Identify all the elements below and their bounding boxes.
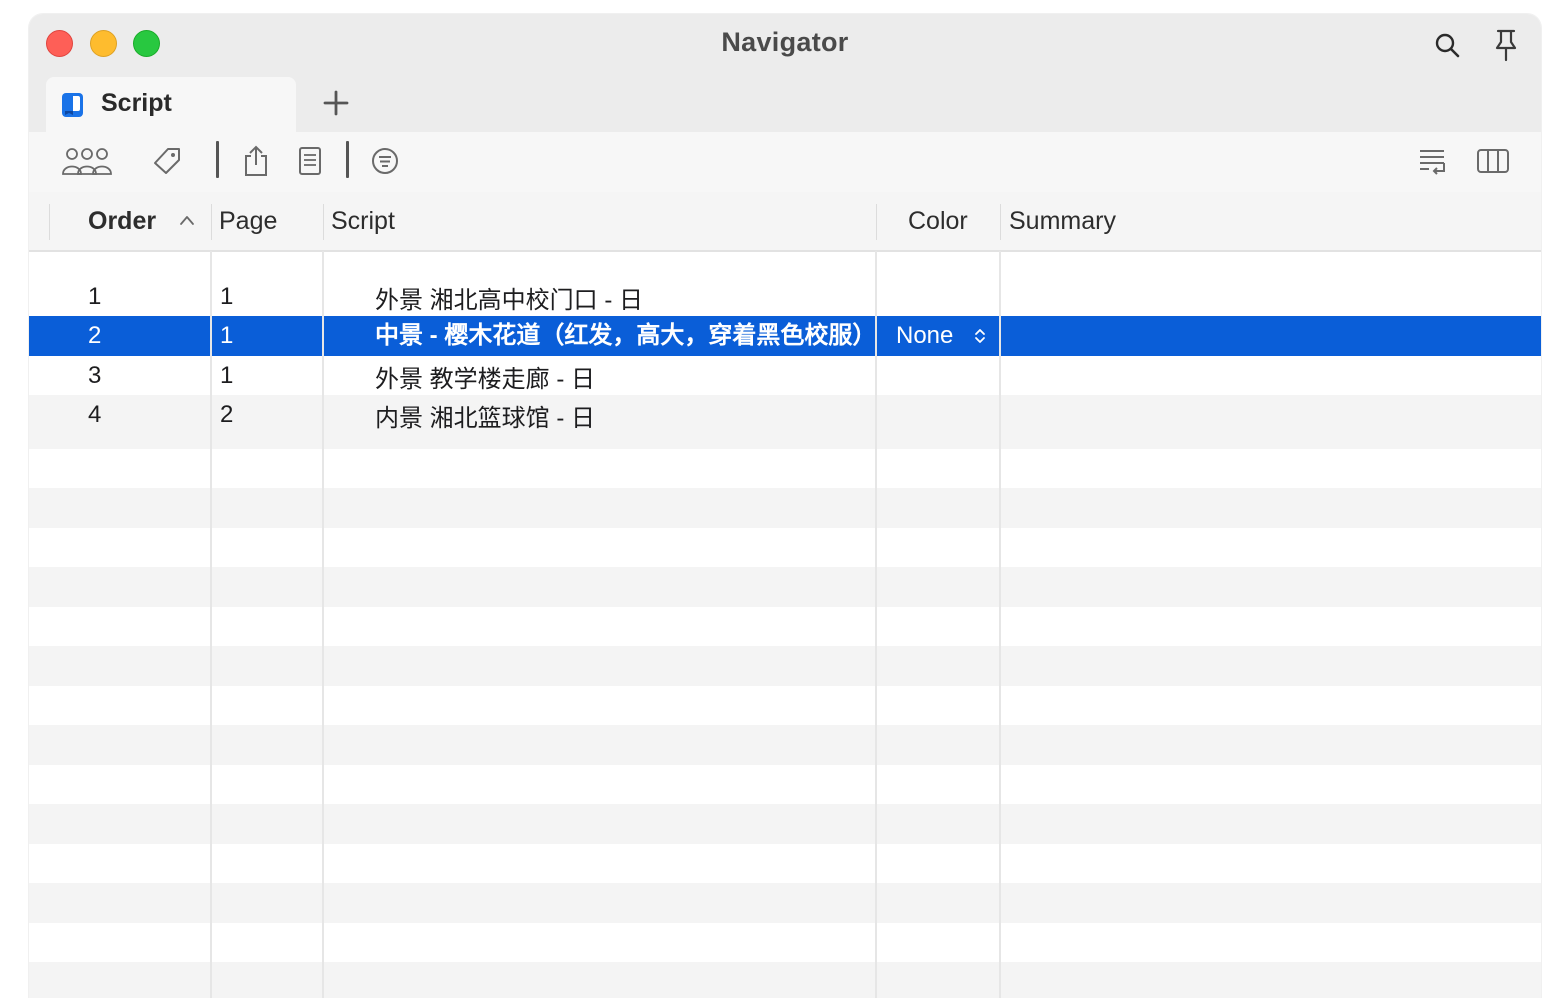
cell-order: 1 [88,283,102,310]
table-header: Order Page Script Color Summary [29,192,1541,252]
cell-script: 内景 湘北篮球馆 - 日 [375,405,595,432]
column-line [210,251,212,998]
toolbar-divider [346,141,349,178]
navigator-window: Navigator Script Order Page Script Color… [29,14,1541,998]
wrap-text-icon[interactable] [1415,142,1449,180]
cell-order: 3 [88,362,102,389]
share-icon[interactable] [240,142,272,180]
column-header-order[interactable]: Order [88,192,156,250]
characters-icon[interactable] [59,142,115,180]
empty-row [29,725,1541,765]
column-divider [49,204,50,240]
table-row[interactable]: 3 1 外景 教学楼走廊 - 日 [29,356,1541,396]
cell-page: 1 [220,283,234,310]
search-icon[interactable] [1430,28,1464,62]
cell-page: 1 [220,362,234,389]
table-body: 1 1 外景 湘北高中校门口 - 日 2 1 中景 - 樱木花道（红发，高大，穿… [29,251,1541,998]
cell-script: 中景 - 樱木花道（红发，高大，穿着黑色校服） [375,322,875,349]
column-divider [1000,204,1001,240]
script-book-icon [60,91,86,119]
table-row-selected[interactable]: 2 1 中景 - 樱木花道（红发，高大，穿着黑色校服） None [29,316,1541,356]
column-header-summary[interactable]: Summary [1009,192,1116,250]
window-title: Navigator [721,27,849,57]
cell-order: 2 [88,322,102,349]
empty-row [29,804,1541,844]
cell-order: 4 [88,401,102,428]
add-tab-button[interactable] [319,86,353,120]
column-line [875,251,877,998]
column-divider [323,204,324,240]
plus-icon [323,90,349,116]
filter-icon[interactable] [369,142,401,180]
empty-row [29,883,1541,923]
empty-row [29,567,1541,607]
empty-row [29,488,1541,528]
column-line [999,251,1001,998]
column-divider [876,204,877,240]
tab-script[interactable]: Script [46,77,296,132]
title-bar: Navigator Script [29,14,1541,132]
table-row[interactable]: 4 2 内景 湘北篮球馆 - 日 [29,395,1541,435]
notes-icon[interactable] [295,142,325,180]
cell-page: 2 [220,401,234,428]
toolbar-divider [216,141,219,178]
empty-row [29,962,1541,998]
color-popup[interactable]: None [896,316,953,356]
columns-icon[interactable] [1475,142,1511,180]
tab-label: Script [101,89,172,117]
empty-row [29,646,1541,686]
cell-script: 外景 教学楼走廊 - 日 [375,366,595,393]
column-line [322,251,324,998]
column-header-script[interactable]: Script [331,192,395,250]
popup-chevrons-icon[interactable] [974,327,986,345]
tag-icon[interactable] [149,142,185,180]
table-row[interactable]: 1 1 外景 湘北高中校门口 - 日 [29,277,1541,317]
sort-ascending-icon[interactable] [179,214,195,226]
pin-icon[interactable] [1489,28,1523,62]
cell-page: 1 [220,322,234,349]
cell-script: 外景 湘北高中校门口 - 日 [375,287,643,314]
column-header-color[interactable]: Color [908,192,968,250]
column-divider [211,204,212,240]
toolbar [29,132,1541,192]
column-header-page[interactable]: Page [219,192,277,250]
